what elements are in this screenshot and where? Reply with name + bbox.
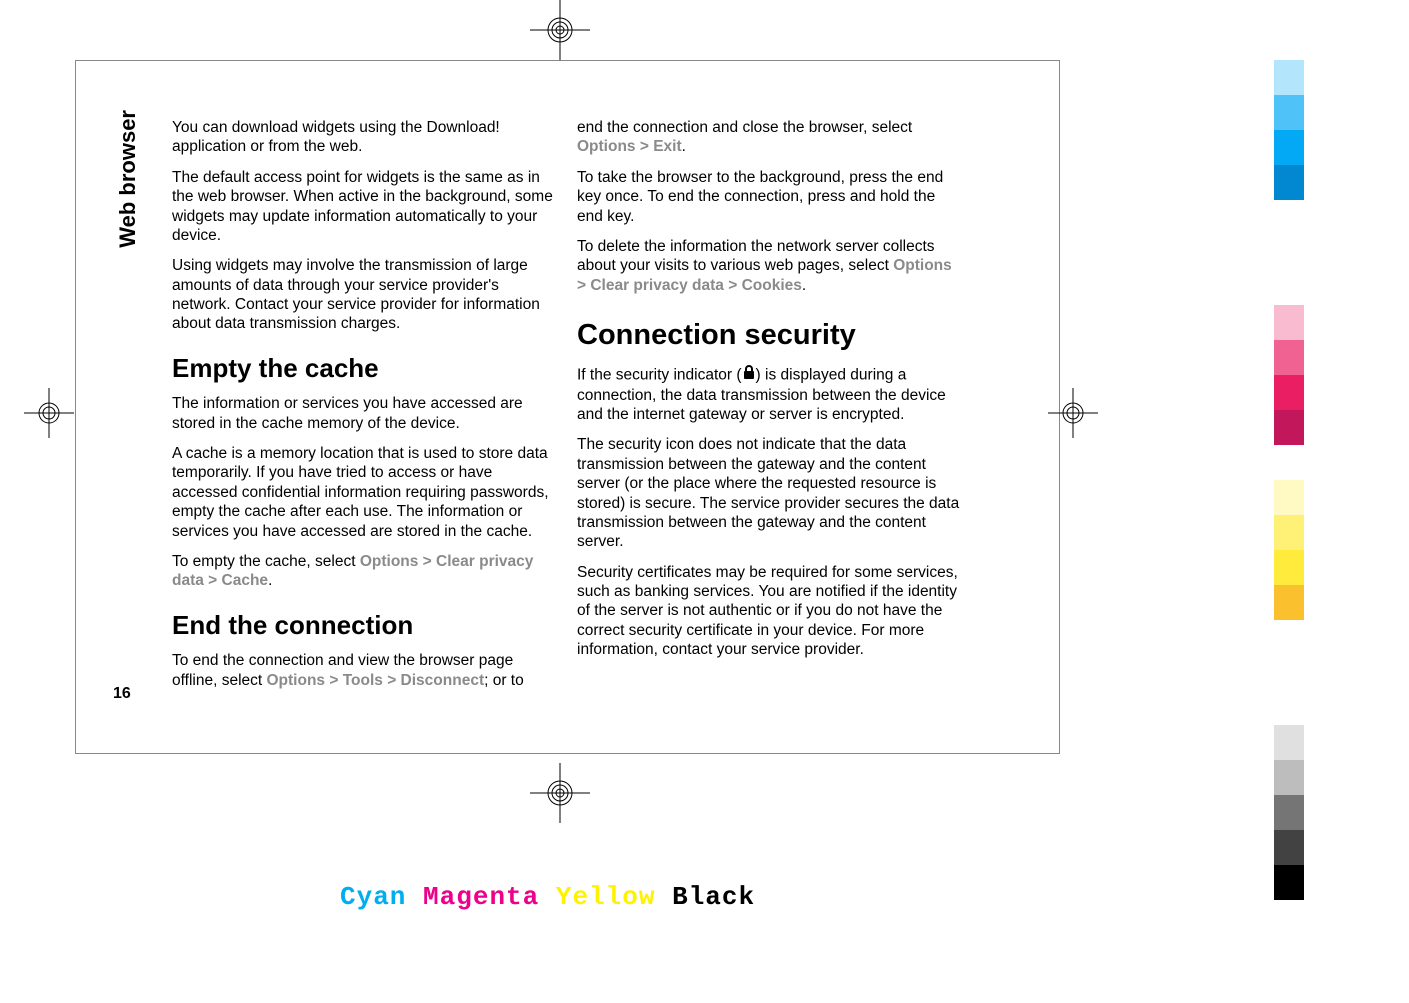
- color-bar-swatch: [1274, 480, 1304, 515]
- registration-mark-icon: [530, 763, 590, 828]
- color-bar-swatch: [1274, 270, 1304, 305]
- body-text: A cache is a memory location that is use…: [172, 444, 557, 541]
- color-bar-swatch: [1274, 585, 1304, 620]
- color-bar-swatch: [1274, 760, 1304, 795]
- color-separation-labels: Cyan Magenta Yellow Black: [340, 882, 755, 912]
- text-fragment: .: [802, 277, 806, 294]
- color-bar-swatch: [1274, 60, 1304, 95]
- body-text: Security certificates may be required fo…: [577, 563, 962, 660]
- body-text: The security icon does not indicate that…: [577, 435, 962, 551]
- spacer: [406, 882, 423, 912]
- color-bar-swatch: [1274, 200, 1304, 235]
- heading-empty-cache: Empty the cache: [172, 352, 557, 385]
- text-fragment: ; or to: [484, 672, 524, 689]
- yellow-label-fill: Yellow: [556, 882, 656, 912]
- text-fragment: If the security indicator (: [577, 367, 742, 384]
- body-text: The information or services you have acc…: [172, 394, 557, 433]
- body-text: If the security indicator () is displaye…: [577, 365, 962, 424]
- color-bar-swatch: [1274, 515, 1304, 550]
- color-bar-swatch: [1274, 620, 1304, 655]
- text-fragment: To delete the information the network se…: [577, 238, 935, 274]
- body-text: end the connection and close the browser…: [577, 118, 962, 157]
- text-fragment: To empty the cache, select: [172, 553, 360, 570]
- color-bar-swatch: [1274, 235, 1304, 270]
- color-bar-swatch: [1274, 410, 1304, 445]
- color-calibration-bars: [1274, 60, 1304, 900]
- color-bar-swatch: [1274, 865, 1304, 900]
- magenta-label: Magenta: [423, 882, 539, 912]
- menu-path: Options > Exit: [577, 138, 682, 155]
- text-fragment: .: [268, 572, 272, 589]
- cyan-label: Cyan: [340, 882, 406, 912]
- color-bar-swatch: [1274, 375, 1304, 410]
- color-bar-swatch: [1274, 795, 1304, 830]
- spacer: [655, 882, 672, 912]
- registration-mark-icon: [24, 388, 74, 443]
- page-number: 16: [113, 685, 131, 703]
- text-fragment: end the connection and close the browser…: [577, 119, 912, 136]
- yellow-label: Yellow: [556, 882, 656, 912]
- color-bar-swatch: [1274, 445, 1304, 480]
- registration-mark-icon: [1048, 388, 1098, 443]
- body-text: To take the browser to the background, p…: [577, 168, 962, 226]
- heading-end-connection: End the connection: [172, 609, 557, 642]
- color-bar-swatch: [1274, 550, 1304, 585]
- menu-path: Options > Tools > Disconnect: [267, 672, 485, 689]
- color-bar-swatch: [1274, 340, 1304, 375]
- color-bar-swatch: [1274, 655, 1304, 690]
- text-fragment: .: [682, 138, 686, 155]
- color-bar-swatch: [1274, 830, 1304, 865]
- lock-icon: [742, 365, 756, 385]
- black-label: Black: [672, 882, 755, 912]
- body-text: The default access point for widgets is …: [172, 168, 557, 246]
- body-text: To end the connection and view the brows…: [172, 651, 557, 690]
- body-text: Using widgets may involve the transmissi…: [172, 256, 557, 334]
- column-right: end the connection and close the browser…: [577, 118, 962, 701]
- heading-connection-security: Connection security: [577, 317, 962, 353]
- color-bar-swatch: [1274, 95, 1304, 130]
- spacer: [539, 882, 556, 912]
- side-tab-label: Web browser: [115, 110, 141, 248]
- color-bar-swatch: [1274, 690, 1304, 725]
- body-text: To empty the cache, select Options > Cle…: [172, 552, 557, 591]
- color-bar-swatch: [1274, 165, 1304, 200]
- content-area: You can download widgets using the Downl…: [172, 118, 962, 701]
- color-bar-swatch: [1274, 725, 1304, 760]
- body-text: To delete the information the network se…: [577, 237, 962, 295]
- color-bar-swatch: [1274, 305, 1304, 340]
- body-text: You can download widgets using the Downl…: [172, 118, 557, 157]
- column-left: You can download widgets using the Downl…: [172, 118, 557, 701]
- registration-mark-icon: [530, 0, 590, 65]
- color-bar-swatch: [1274, 130, 1304, 165]
